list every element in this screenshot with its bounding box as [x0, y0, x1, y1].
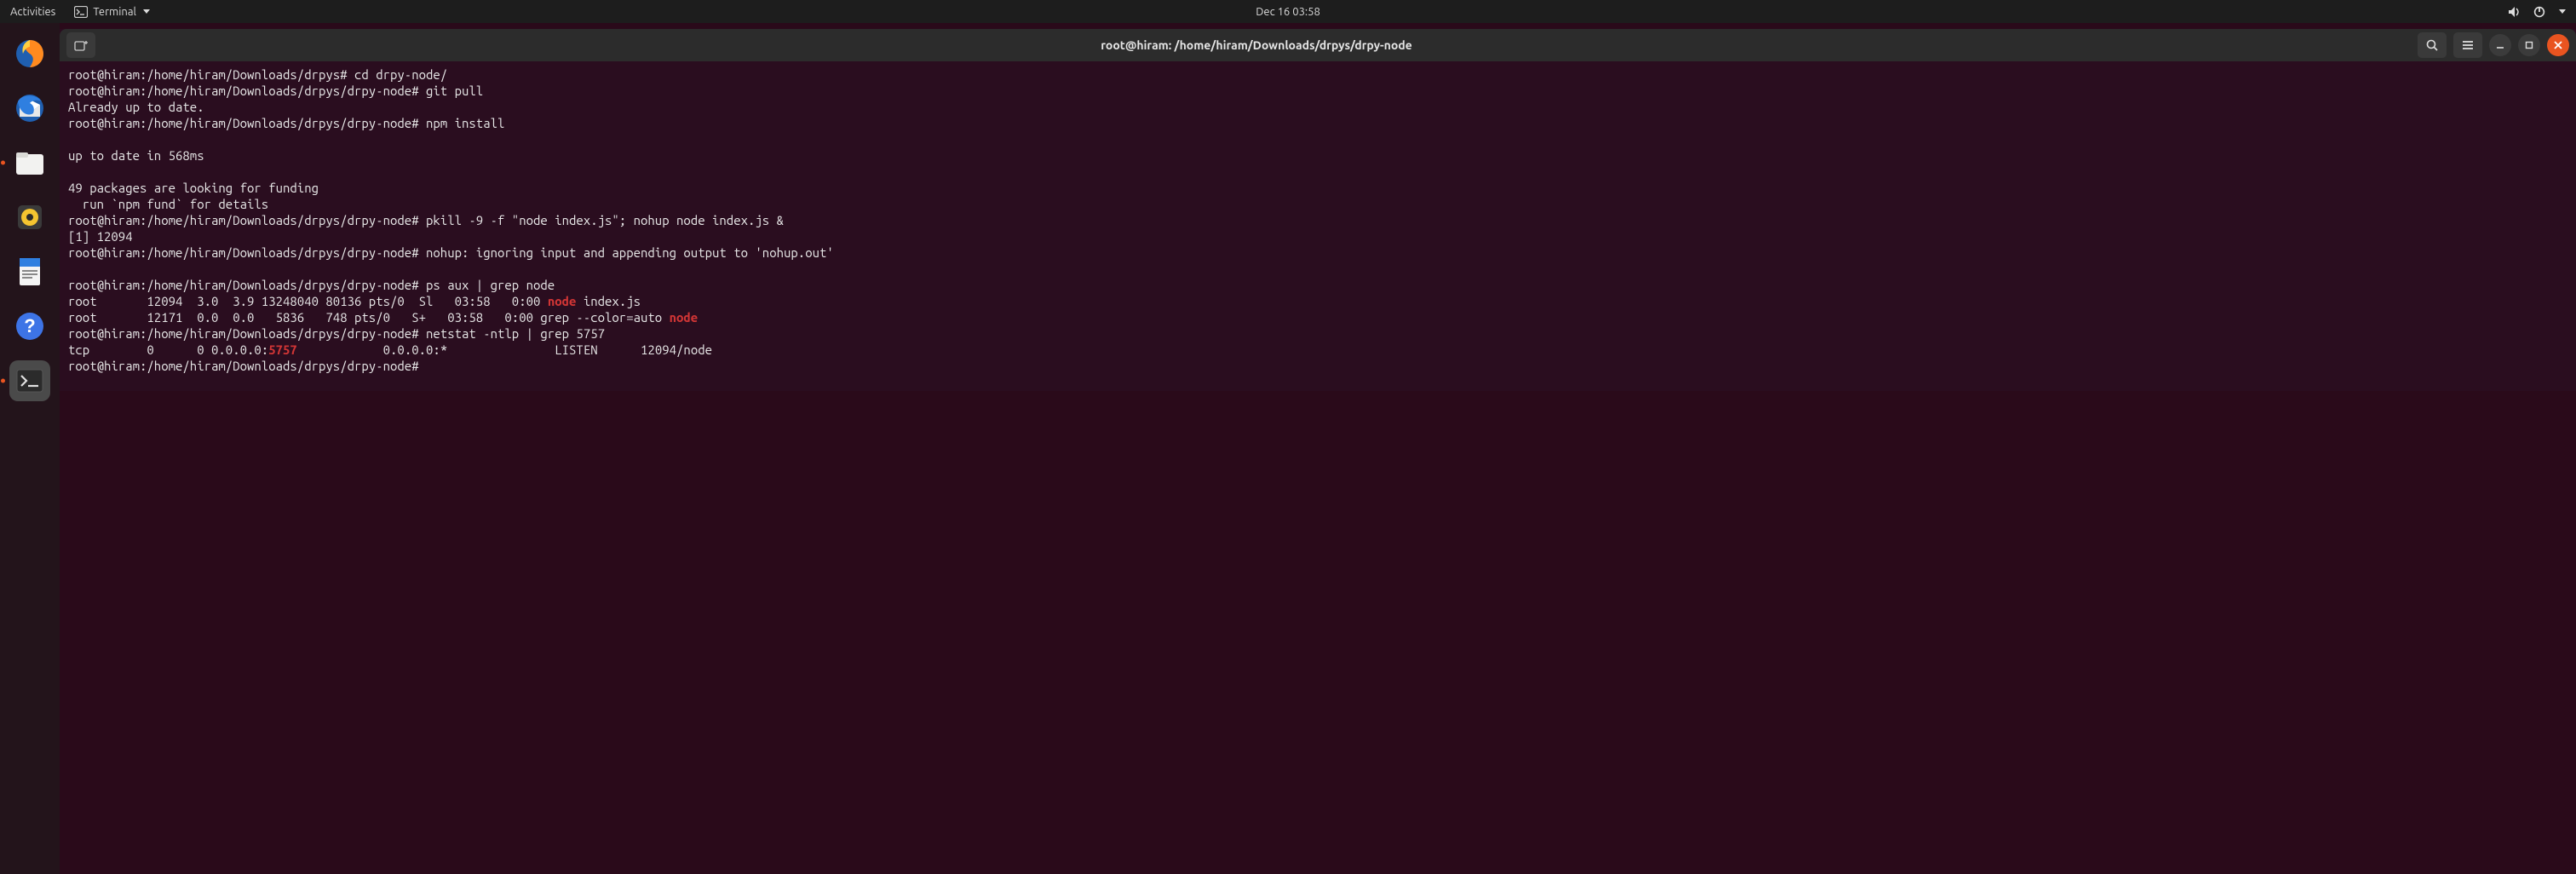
document-icon — [13, 255, 47, 289]
help-icon: ? — [13, 309, 47, 343]
terminal-line: Already up to date. — [68, 99, 2567, 115]
terminal-line: root@hiram:/home/hiram/Downloads/drpys# … — [68, 66, 2567, 83]
running-indicator-icon — [1, 379, 5, 383]
terminal-line: root@hiram:/home/hiram/Downloads/drpys/d… — [68, 358, 2567, 374]
terminal-icon — [13, 364, 47, 398]
terminal-line: up to date in 568ms — [68, 147, 2567, 164]
terminal-line: root@hiram:/home/hiram/Downloads/drpys/d… — [68, 115, 2567, 131]
hamburger-menu-button[interactable] — [2453, 32, 2482, 58]
terminal-line: root@hiram:/home/hiram/Downloads/drpys/d… — [68, 277, 2567, 293]
close-icon — [2554, 41, 2562, 49]
maximize-icon — [2525, 41, 2533, 49]
speaker-icon — [13, 200, 47, 234]
dock: ? — [0, 23, 60, 874]
terminal-line: 49 packages are looking for funding — [68, 180, 2567, 196]
app-menu-label: Terminal — [93, 6, 136, 18]
hamburger-icon — [2461, 39, 2475, 51]
app-menu[interactable]: Terminal — [74, 6, 150, 18]
dock-thunderbird[interactable] — [9, 88, 50, 129]
terminal-line: tcp 0 0 0.0.0.0:5757 0.0.0.0:* LISTEN 12… — [68, 342, 2567, 358]
new-tab-icon — [74, 39, 88, 51]
chevron-down-icon — [143, 9, 150, 14]
dock-files[interactable] — [9, 142, 50, 183]
window-titlebar[interactable]: root@hiram: /home/hiram/Downloads/drpys/… — [60, 29, 2576, 61]
terminal-line: root@hiram:/home/hiram/Downloads/drpys/d… — [68, 325, 2567, 342]
dock-terminal[interactable] — [9, 360, 50, 401]
terminal-line: root 12094 3.0 3.9 13248040 80136 pts/0 … — [68, 293, 2567, 309]
dock-help[interactable]: ? — [9, 306, 50, 347]
search-button[interactable] — [2418, 32, 2447, 58]
firefox-icon — [13, 37, 47, 71]
terminal-window: root@hiram: /home/hiram/Downloads/drpys/… — [60, 29, 2576, 391]
files-icon — [13, 146, 47, 180]
topbar-clock[interactable]: Dec 16 03:58 — [1256, 6, 1320, 18]
new-tab-button[interactable] — [66, 32, 95, 58]
terminal-line: [1] 12094 — [68, 228, 2567, 244]
minimize-icon — [2496, 41, 2504, 49]
close-button[interactable] — [2547, 34, 2569, 56]
power-icon[interactable] — [2533, 6, 2545, 18]
terminal-line: root@hiram:/home/hiram/Downloads/drpys/d… — [68, 212, 2567, 228]
svg-text:?: ? — [24, 315, 35, 336]
window-title: root@hiram: /home/hiram/Downloads/drpys/… — [102, 38, 2411, 52]
activities-button[interactable]: Activities — [10, 6, 55, 18]
terminal-line: root@hiram:/home/hiram/Downloads/drpys/d… — [68, 244, 2567, 261]
volume-icon[interactable] — [2508, 6, 2521, 18]
terminal-output[interactable]: root@hiram:/home/hiram/Downloads/drpys# … — [60, 61, 2576, 391]
dock-rhythmbox[interactable] — [9, 197, 50, 238]
search-icon — [2425, 38, 2439, 52]
terminal-line — [68, 261, 2567, 277]
terminal-line — [68, 164, 2567, 180]
minimize-button[interactable] — [2489, 34, 2511, 56]
gnome-topbar: Activities Terminal Dec 16 03:58 — [0, 0, 2576, 23]
terminal-line: root 12171 0.0 0.0 5836 748 pts/0 S+ 03:… — [68, 309, 2567, 325]
running-indicator-icon — [1, 161, 5, 165]
terminal-line: run `npm fund` for details — [68, 196, 2567, 212]
terminal-line: root@hiram:/home/hiram/Downloads/drpys/d… — [68, 83, 2567, 99]
terminal-line — [68, 131, 2567, 147]
system-menu-chevron-icon[interactable] — [2559, 9, 2566, 14]
maximize-button[interactable] — [2518, 34, 2540, 56]
thunderbird-icon — [13, 91, 47, 125]
terminal-icon — [74, 6, 88, 18]
dock-writer[interactable] — [9, 251, 50, 292]
dock-firefox[interactable] — [9, 33, 50, 74]
